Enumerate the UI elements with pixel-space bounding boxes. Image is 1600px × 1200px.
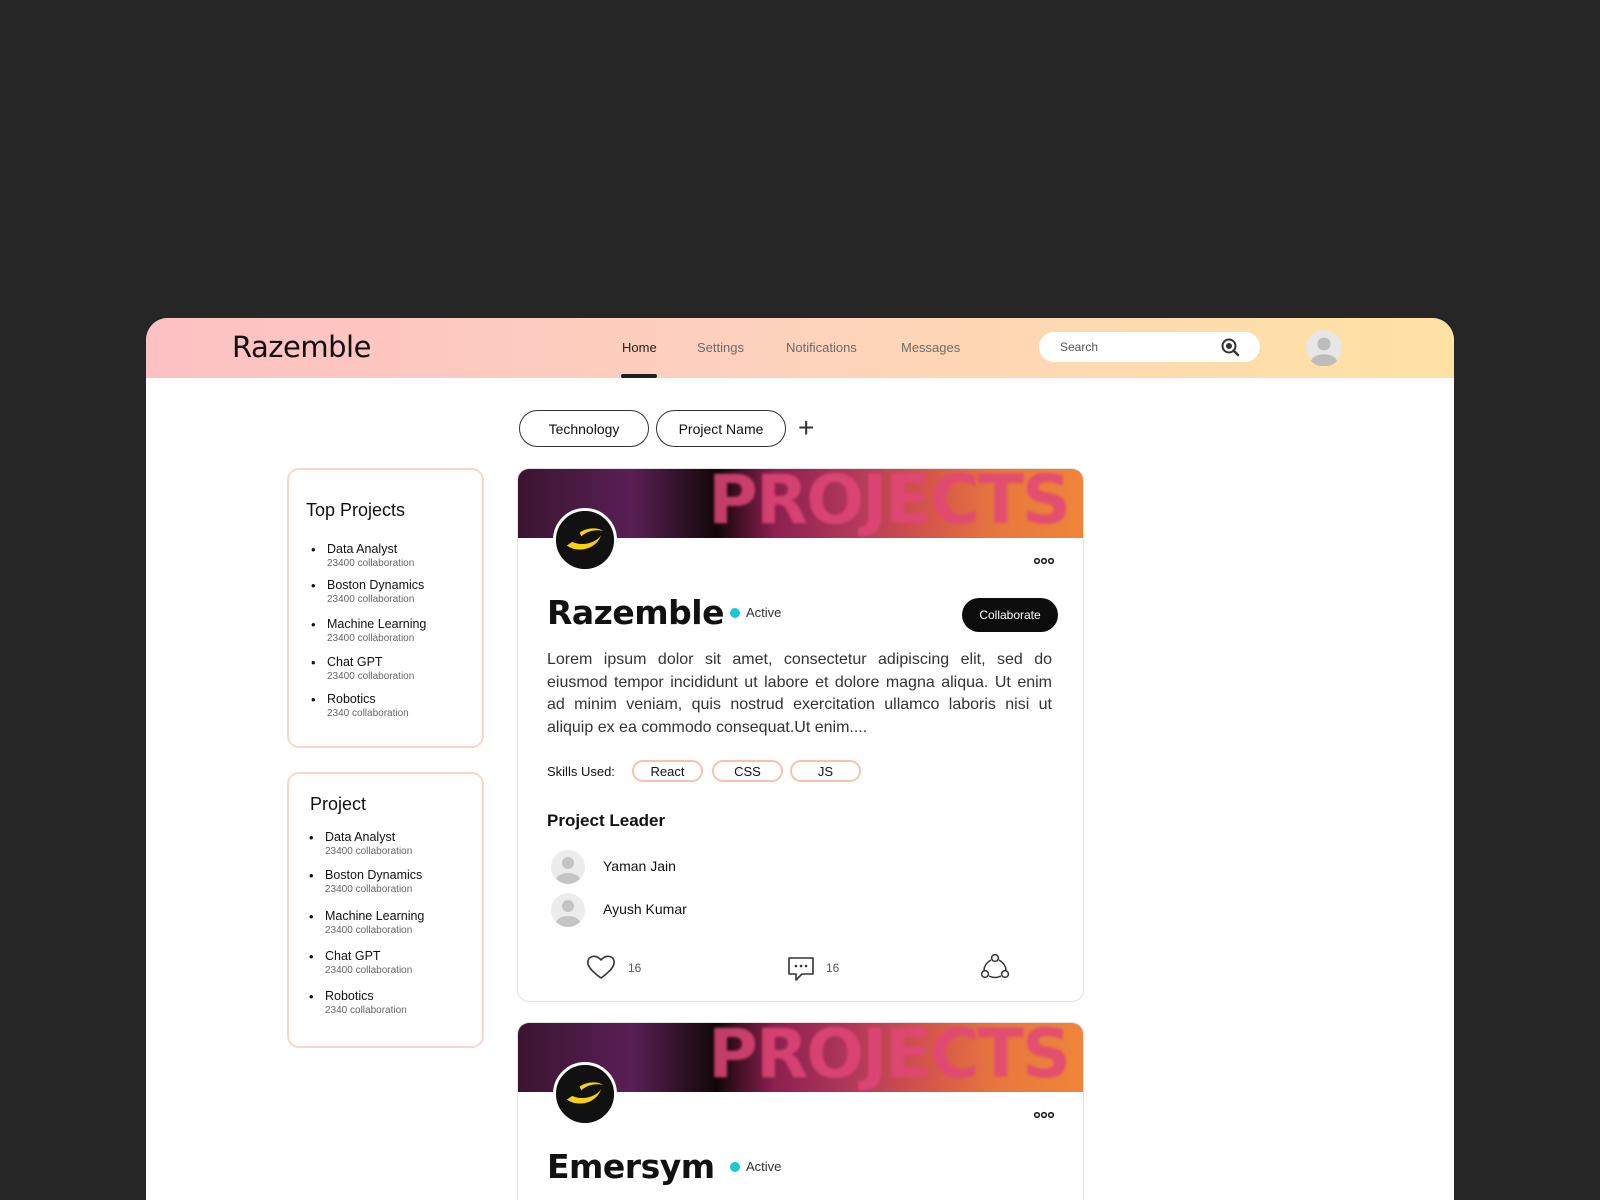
skill-tag-css[interactable]: CSS [712, 760, 783, 782]
nav-settings[interactable]: Settings [697, 340, 744, 355]
post-title: Razemble [547, 593, 724, 632]
comment-count: 16 [826, 961, 840, 975]
project-post: PROJECTS Emersym Active [517, 1022, 1084, 1200]
filter-chip-technology[interactable]: Technology [519, 410, 649, 447]
list-item[interactable]: Chat GPT23400 collaboration [307, 949, 424, 989]
post-description: Lorem ipsum dolor sit amet, consectetur … [547, 651, 1052, 736]
list-item[interactable]: Robotics2340 collaboration [309, 692, 426, 728]
list-item[interactable]: Boston Dynamics23400 collaboration [307, 868, 424, 909]
list-item[interactable]: Robotics2340 collaboration [307, 989, 424, 1025]
app-window: Razemble Home Settings Notifications Mes… [146, 318, 1454, 1200]
like-heart-icon[interactable] [586, 953, 616, 981]
active-nav-indicator [621, 374, 657, 378]
list-item[interactable]: Chat GPT23400 collaboration [309, 655, 426, 692]
status-badge: Active [730, 605, 781, 620]
leader-name: Ayush Kumar [603, 901, 687, 917]
list-item[interactable]: Data Analyst23400 collaboration [307, 830, 424, 868]
banner-text: PROJECTS [708, 469, 1071, 538]
project-title: Project [310, 794, 367, 814]
top-projects-title: Top Projects [306, 500, 406, 520]
list-item[interactable]: Machine Learning23400 collaboration [307, 909, 424, 949]
nav-messages[interactable]: Messages [901, 340, 960, 355]
more-options-icon[interactable] [1034, 1111, 1054, 1119]
add-filter-button[interactable]: + [798, 414, 814, 442]
list-item[interactable]: Boston Dynamics23400 collaboration [309, 578, 426, 617]
comment-icon[interactable] [786, 955, 816, 983]
status-dot-icon [730, 608, 740, 618]
search-input[interactable]: Search [1039, 332, 1260, 362]
leader-name: Yaman Jain [603, 858, 676, 874]
filter-chip-project-name[interactable]: Project Name [656, 410, 786, 447]
project-card: Project Data Analyst23400 collaboration … [287, 772, 484, 1048]
collaborate-button[interactable]: Collaborate [962, 598, 1058, 632]
list-item[interactable]: Machine Learning23400 collaboration [309, 617, 426, 655]
nav-home[interactable]: Home [622, 340, 657, 355]
project-logo[interactable] [553, 508, 617, 572]
status-badge: Active [730, 1159, 781, 1174]
skill-tag-react[interactable]: React [632, 760, 703, 782]
skills-label: Skills Used: [547, 764, 615, 779]
like-count: 16 [628, 961, 642, 975]
more-options-icon[interactable] [1034, 557, 1054, 565]
post-title: Emersym [547, 1147, 715, 1186]
top-navigation-bar: Razemble Home Settings Notifications Mes… [146, 318, 1454, 378]
nav-notifications[interactable]: Notifications [786, 340, 857, 355]
brand-logo[interactable]: Razemble [232, 330, 371, 364]
project-logo[interactable] [553, 1062, 617, 1126]
avatar [551, 850, 585, 884]
banner-text: PROJECTS [708, 1023, 1071, 1092]
share-network-icon[interactable] [980, 953, 1010, 981]
user-avatar[interactable] [1306, 330, 1342, 366]
project-leader-title: Project Leader [547, 811, 666, 830]
project-post: PROJECTS Razemble Active Collaborate Lor… [517, 468, 1084, 1002]
list-item[interactable]: Data Analyst23400 collaboration [309, 542, 426, 578]
skill-tag-js[interactable]: JS [790, 760, 861, 782]
search-icon[interactable] [1220, 337, 1240, 357]
top-projects-list: Data Analyst23400 collaboration Boston D… [309, 542, 426, 728]
search-placeholder: Search [1060, 340, 1099, 354]
status-dot-icon [730, 1162, 740, 1172]
avatar [551, 893, 585, 927]
top-projects-card: Top Projects Data Analyst23400 collabora… [287, 468, 484, 748]
project-list: Data Analyst23400 collaboration Boston D… [307, 830, 424, 1025]
